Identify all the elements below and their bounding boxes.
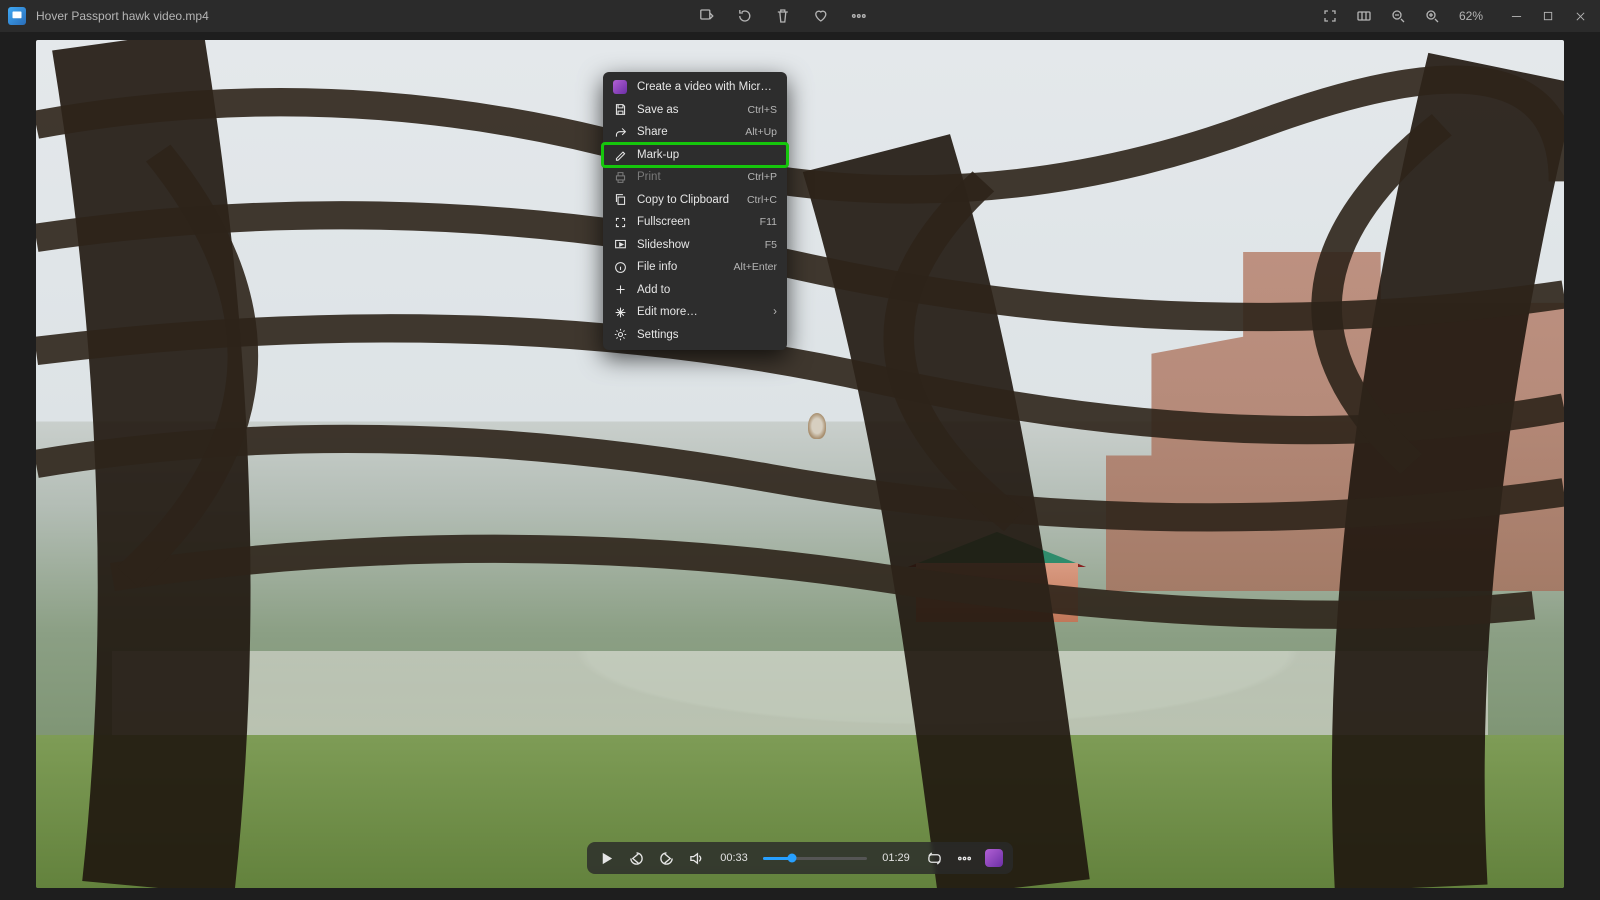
- info-icon: [613, 260, 627, 274]
- seek-bar[interactable]: [763, 857, 867, 860]
- menu-item-label: Slideshow: [637, 239, 755, 251]
- menu-item-label: Create a video with Microsoft Clipchamp: [637, 81, 777, 93]
- more-menu: Create a video with Microsoft Clipchamp S…: [603, 72, 787, 350]
- print-icon: [613, 170, 627, 184]
- zoom-in-icon[interactable]: [1422, 6, 1442, 26]
- menu-item-clipchamp[interactable]: Create a video with Microsoft Clipchamp: [603, 76, 787, 99]
- menu-item-share[interactable]: Share Alt+Up: [603, 121, 787, 144]
- skip-forward-button[interactable]: [657, 849, 675, 867]
- title-left: Hover Passport hawk video.mp4: [0, 7, 209, 25]
- playback-controls: 00:33 01:29: [587, 842, 1013, 874]
- edit-icon: [613, 305, 627, 319]
- menu-item-print: Print Ctrl+P: [603, 166, 787, 189]
- menu-item-label: Share: [637, 126, 735, 138]
- volume-button[interactable]: [687, 849, 705, 867]
- filmstrip-icon[interactable]: [1354, 6, 1374, 26]
- chevron-right-icon: ›: [773, 306, 777, 318]
- save-icon: [613, 103, 627, 117]
- delete-icon[interactable]: [773, 6, 793, 26]
- playback-more-button[interactable]: [955, 849, 973, 867]
- share-icon: [613, 125, 627, 139]
- menu-item-shortcut: Alt+Up: [745, 126, 777, 138]
- video-frame[interactable]: [36, 40, 1564, 888]
- title-right: 62%: [1320, 0, 1600, 32]
- close-button[interactable]: [1564, 0, 1596, 32]
- menu-item-add[interactable]: Add to: [603, 279, 787, 302]
- copy-icon: [613, 193, 627, 207]
- settings-icon: [613, 328, 627, 342]
- menu-item-label: Settings: [637, 329, 777, 341]
- menu-item-label: Edit more…: [637, 306, 763, 318]
- skip-back-button[interactable]: [627, 849, 645, 867]
- menu-item-shortcut: F5: [765, 239, 777, 251]
- window-controls: [1500, 0, 1596, 32]
- maximize-button[interactable]: [1532, 0, 1564, 32]
- edit-image-icon[interactable]: [697, 6, 717, 26]
- add-icon: [613, 283, 627, 297]
- menu-item-label: Save as: [637, 104, 738, 116]
- menu-item-fullscreen[interactable]: Fullscreen F11: [603, 211, 787, 234]
- menu-item-shortcut: F11: [760, 216, 777, 228]
- menu-item-label: Add to: [637, 284, 777, 296]
- menu-item-markup[interactable]: Mark-up: [603, 144, 787, 167]
- menu-item-info[interactable]: File info Alt+Enter: [603, 256, 787, 279]
- menu-item-save[interactable]: Save as Ctrl+S: [603, 99, 787, 122]
- menu-item-label: Copy to Clipboard: [637, 194, 737, 206]
- menu-item-copy[interactable]: Copy to Clipboard Ctrl+C: [603, 189, 787, 212]
- duration-time: 01:29: [879, 852, 913, 864]
- menu-item-label: File info: [637, 261, 724, 273]
- slideshow-icon: [613, 238, 627, 252]
- clipchamp-shortcut-icon[interactable]: [985, 849, 1003, 867]
- loop-button[interactable]: [925, 849, 943, 867]
- viewport: Create a video with Microsoft Clipchamp S…: [0, 32, 1600, 900]
- more-icon[interactable]: [849, 6, 869, 26]
- fullscreen-icon: [613, 215, 627, 229]
- play-button[interactable]: [597, 849, 615, 867]
- photos-app-icon: [8, 7, 26, 25]
- menu-item-shortcut: Ctrl+P: [748, 171, 777, 183]
- zoom-out-icon[interactable]: [1388, 6, 1408, 26]
- title-bar: Hover Passport hawk video.mp4 62%: [0, 0, 1600, 32]
- menu-item-label: Fullscreen: [637, 216, 750, 228]
- menu-item-edit[interactable]: Edit more… ›: [603, 301, 787, 324]
- menu-item-shortcut: Ctrl+C: [747, 194, 777, 206]
- file-name: Hover Passport hawk video.mp4: [36, 9, 209, 23]
- menu-item-shortcut: Ctrl+S: [748, 104, 777, 116]
- seek-thumb[interactable]: [788, 854, 797, 863]
- markup-icon: [613, 148, 627, 162]
- menu-item-slideshow[interactable]: Slideshow F5: [603, 234, 787, 257]
- fullscreen-toggle-icon[interactable]: [1320, 6, 1340, 26]
- minimize-button[interactable]: [1500, 0, 1532, 32]
- menu-item-label: Print: [637, 171, 738, 183]
- menu-item-settings[interactable]: Settings: [603, 324, 787, 347]
- favorite-icon[interactable]: [811, 6, 831, 26]
- rotate-icon[interactable]: [735, 6, 755, 26]
- title-center-actions: [697, 6, 869, 26]
- current-time: 00:33: [717, 852, 751, 864]
- zoom-level: 62%: [1456, 9, 1486, 23]
- menu-item-label: Mark-up: [637, 149, 777, 161]
- menu-item-shortcut: Alt+Enter: [734, 261, 777, 273]
- photos-video-viewer: Hover Passport hawk video.mp4 62%: [0, 0, 1600, 900]
- video-still: [36, 40, 1564, 888]
